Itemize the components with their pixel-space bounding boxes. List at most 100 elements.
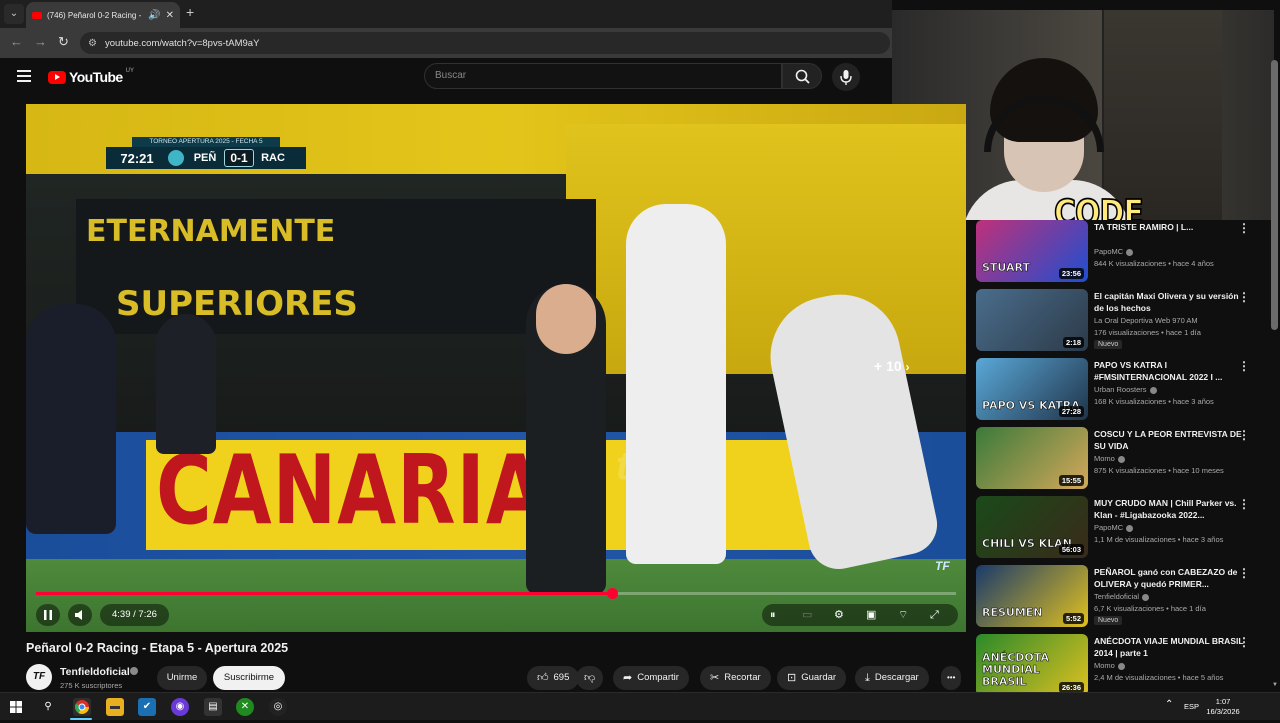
voice-search-button[interactable]	[832, 63, 860, 91]
recommendation-item[interactable]: CHILI VS KLAN 56:03 MUY CRUDO MAN | Chill …	[976, 496, 1270, 560]
youtube-logo[interactable]: YouTube UY	[48, 68, 134, 85]
recommendation-title[interactable]: COSCU Y LA PEOR ENTREVISTA DE SU VIDA	[1094, 428, 1244, 452]
hamburger-menu-icon[interactable]	[17, 70, 31, 82]
more-options-icon[interactable]: ⋮	[1238, 290, 1250, 304]
player-left	[26, 304, 116, 534]
tab-search-icon[interactable]: ⌄	[4, 4, 24, 24]
more-options-icon[interactable]: ⋮	[1238, 635, 1250, 649]
video-player[interactable]: ETERNAMENTE SUPERIORES CANARIAS tenfi TO…	[26, 104, 966, 632]
verified-icon	[1126, 248, 1134, 256]
settings-icon[interactable]: ⚙	[834, 604, 844, 626]
player-controls: 4:39 / 7:26 ⏸ ▭ ⚙ ▣ ⌔ ⤢	[26, 598, 966, 632]
like-button[interactable]: 👍︎ 695	[527, 666, 580, 690]
more-options-icon[interactable]: ⋮	[1238, 566, 1250, 580]
channel-avatar[interactable]: TF	[26, 664, 52, 690]
address-bar[interactable]: ⚙ youtube.com/watch?v=8pvs-tAM9aY	[80, 32, 890, 54]
recommendation-title[interactable]: El capitán Maxi Olivera y su versión de …	[1094, 290, 1244, 314]
video-thumbnail[interactable]: 15:55	[976, 427, 1088, 489]
recommendation-item[interactable]: ANÉCDOTA MUNDIAL BRASIL 26:36 ANÉCDOTA VIA…	[976, 634, 1270, 692]
tab-close-icon[interactable]: ✕	[166, 10, 174, 21]
browser-tab[interactable]: (746) Peñarol 0-2 Racing - E 🔊 ✕	[26, 2, 180, 28]
player-24	[626, 204, 726, 564]
recommendation-title[interactable]: ANÉCDOTA VIAJE MUNDIAL BRASIL 2014 | par…	[1094, 635, 1244, 659]
language-indicator[interactable]: ESP	[1184, 702, 1199, 711]
new-tab-button[interactable]: +	[186, 4, 194, 20]
recommendation-channel-name: Urban Roosters	[1094, 385, 1147, 394]
video-thumbnail[interactable]: 2:18	[976, 289, 1088, 351]
time-display: 4:39 / 7:26	[100, 604, 169, 626]
recommendation-item[interactable]: STUART 23:56 TA TRISTE RAMIRO | L... PapoMC…	[976, 220, 1270, 284]
thumbs-up-icon: 👍︎	[537, 672, 549, 684]
download-icon: ⤓	[865, 672, 870, 684]
subtitles-icon[interactable]: ▭	[802, 604, 812, 626]
recommendation-channel[interactable]: Momo	[1094, 661, 1125, 670]
more-options-icon[interactable]: ⋮	[1238, 428, 1250, 442]
site-info-icon[interactable]: ⚙	[88, 38, 97, 49]
page-scrollbar[interactable]	[1271, 60, 1278, 330]
seek-hint-text: + 10	[874, 358, 902, 374]
recommendation-channel[interactable]: PapoMC	[1094, 523, 1134, 532]
scroll-down-icon[interactable]: ▼	[1272, 682, 1278, 688]
download-button[interactable]: ⤓ Descargar	[855, 666, 929, 690]
steam-icon[interactable]: ✔	[138, 698, 156, 716]
save-label: Guardar	[801, 672, 837, 683]
xbox-icon[interactable]: ✕	[236, 698, 254, 716]
more-options-icon[interactable]: ⋮	[1238, 359, 1250, 373]
fullscreen-icon[interactable]: ⤢	[930, 604, 939, 626]
verified-icon	[1117, 455, 1125, 463]
more-options-icon[interactable]: ⋮	[1238, 221, 1250, 235]
progress-bar[interactable]	[36, 588, 956, 599]
file-explorer-icon[interactable]: ▬	[106, 698, 124, 716]
recommendation-item[interactable]: 2:18 El capitán Maxi Olivera y su versión…	[976, 289, 1270, 353]
tray-overflow-icon[interactable]: ⌃	[1165, 699, 1173, 710]
recommendation-title[interactable]: PEÑAROL ganó con CABEZAZO de OLIVERA y q…	[1094, 566, 1244, 590]
recommendation-title[interactable]: PAPO VS KATRA I #FMSINTERNACIONAL 2022 I…	[1094, 359, 1244, 383]
kneeling-player-head	[536, 284, 596, 354]
taskbar-search-icon[interactable]: ⚲	[39, 698, 57, 716]
pause-button[interactable]	[36, 604, 60, 626]
volume-button[interactable]	[68, 604, 92, 626]
video-thumbnail[interactable]: ANÉCDOTA MUNDIAL BRASIL 26:36	[976, 634, 1088, 692]
more-options-icon[interactable]: ⋮	[1238, 497, 1250, 511]
search-button[interactable]	[782, 63, 822, 89]
channel-name[interactable]: Tenfieldoficial	[60, 666, 130, 678]
dislike-button[interactable]: 👎︎	[576, 666, 604, 690]
miniplayer-icon[interactable]: ▣	[866, 604, 876, 626]
app-icon[interactable]: ◉	[171, 698, 189, 716]
video-duration: 56:03	[1058, 544, 1084, 555]
autoplay-toggle-icon[interactable]: ⏸	[770, 604, 776, 626]
recommendation-item[interactable]: PAPO VS KATRA 27:28 PAPO VS KATRA I #FMSIN…	[976, 358, 1270, 422]
video-thumbnail[interactable]: PAPO VS KATRA 27:28	[976, 358, 1088, 420]
windows-start-icon[interactable]	[7, 698, 25, 716]
recommendation-channel[interactable]: PapoMC	[1094, 247, 1134, 256]
recommendation-channel[interactable]: Tenfieldoficial	[1094, 592, 1150, 601]
recommendation-channel[interactable]: Urban Roosters	[1094, 385, 1157, 394]
scoreboard: TORNEO APERTURA 2025 - FECHA 5 72:21 PEÑ…	[106, 137, 306, 171]
video-thumbnail[interactable]: STUART 23:56	[976, 220, 1088, 282]
clip-button[interactable]: ✂ Recortar	[700, 666, 771, 690]
join-button[interactable]: Unirme	[157, 666, 207, 690]
recommendation-title[interactable]: MUY CRUDO MAN | Chill Parker vs. Klan - …	[1094, 497, 1244, 521]
clock[interactable]: 1:07 16/3/2026	[1205, 697, 1241, 717]
share-button[interactable]: ➦ Compartir	[613, 666, 689, 690]
audio-playing-icon[interactable]: 🔊	[148, 10, 160, 21]
recommendation-channel[interactable]: La Oral Deportiva Web 970 AM	[1094, 316, 1198, 325]
cast-icon[interactable]: ⌔	[898, 604, 908, 626]
obs-icon[interactable]: ◎	[269, 698, 287, 716]
video-thumbnail[interactable]: CHILI VS KLAN 56:03	[976, 496, 1088, 558]
search-input[interactable]: Buscar	[424, 63, 782, 89]
save-button[interactable]: ⊡ Guardar	[777, 666, 847, 690]
share-icon: ➦	[623, 672, 633, 684]
reload-icon[interactable]: ↻	[58, 34, 69, 50]
video-thumbnail[interactable]: RESUMEN 5:52	[976, 565, 1088, 627]
recommendation-item[interactable]: 15:55 COSCU Y LA PEOR ENTREVISTA DE SU VI…	[976, 427, 1270, 491]
subscribe-button[interactable]: Suscribirme	[213, 666, 285, 690]
recommendation-channel[interactable]: Momo	[1094, 454, 1125, 463]
more-actions-button[interactable]: •••	[941, 666, 962, 690]
recommendation-title[interactable]: TA TRISTE RAMIRO | L...	[1094, 221, 1244, 233]
epic-games-icon[interactable]: ▤	[204, 698, 222, 716]
forward-icon[interactable]: →	[34, 34, 47, 49]
chrome-taskbar-icon[interactable]	[73, 698, 91, 716]
back-icon[interactable]: ←	[10, 34, 23, 49]
recommendation-item[interactable]: RESUMEN 5:52 PEÑAROL ganó con CABEZAZO de …	[976, 565, 1270, 629]
